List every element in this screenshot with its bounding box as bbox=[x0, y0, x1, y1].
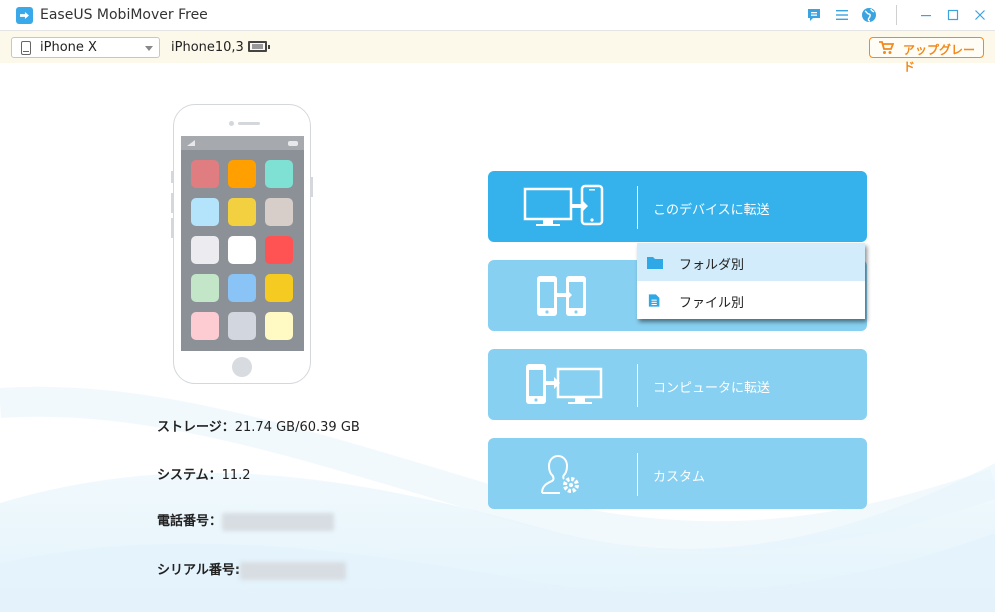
card-divider bbox=[637, 186, 638, 229]
menu-icon[interactable] bbox=[834, 7, 850, 23]
phone-number-row: 電話番号： bbox=[157, 510, 335, 531]
storage-label: ストレージ： bbox=[157, 420, 235, 435]
card-divider bbox=[637, 364, 638, 407]
app-icon-tile bbox=[191, 274, 219, 302]
app-icon-tile bbox=[191, 312, 219, 340]
close-button[interactable] bbox=[972, 7, 988, 23]
card-label: このデバイスに転送 bbox=[653, 203, 770, 218]
phone-number-label: 電話番号： bbox=[157, 514, 223, 529]
device-model: iPhone10,3 bbox=[171, 40, 244, 55]
background-waves bbox=[0, 386, 995, 612]
title-bar: EaseUS MobiMover Free bbox=[0, 0, 995, 31]
system-value: 11.2 bbox=[221, 468, 251, 483]
selected-device: iPhone X bbox=[40, 40, 97, 55]
app-icon-tile bbox=[191, 160, 219, 188]
custom-card[interactable]: カスタム bbox=[488, 438, 867, 509]
transfer-to-device-card[interactable]: このデバイスに転送 bbox=[488, 171, 867, 242]
app-icon-tile bbox=[265, 236, 293, 264]
computer-to-phone-icon bbox=[523, 184, 604, 226]
phone-battery-icon bbox=[288, 141, 298, 146]
signal-icon bbox=[187, 140, 195, 146]
chevron-down-icon bbox=[145, 46, 153, 51]
phone-statusbar bbox=[181, 136, 304, 150]
app-icon-tile bbox=[265, 198, 293, 226]
upgrade-button[interactable]: アップグレード bbox=[869, 37, 984, 74]
transfer-to-computer-card[interactable]: コンピュータに転送 bbox=[488, 349, 867, 420]
system-row: システム：11.2 bbox=[157, 464, 251, 483]
app-logo-icon bbox=[16, 7, 33, 24]
app-grid bbox=[191, 160, 294, 340]
folder-icon bbox=[647, 257, 663, 269]
phone-side-button bbox=[171, 193, 173, 213]
battery-icon bbox=[248, 41, 270, 52]
card-label: コンピュータに転送 bbox=[653, 381, 771, 396]
phone-icon bbox=[21, 41, 31, 55]
app-icon-tile bbox=[191, 236, 219, 264]
app-icon-tile bbox=[228, 274, 256, 302]
phone-side-button bbox=[171, 218, 173, 238]
app-icon-tile bbox=[228, 160, 256, 188]
app-icon-tile bbox=[228, 312, 256, 340]
window-title: EaseUS MobiMover Free bbox=[40, 7, 208, 23]
device-select[interactable]: iPhone X bbox=[11, 37, 160, 58]
menu-item-by-file[interactable]: ファイル別 bbox=[637, 281, 865, 319]
user-gear-icon bbox=[541, 454, 579, 494]
minimize-button[interactable] bbox=[918, 7, 934, 23]
phone-side-button bbox=[311, 177, 313, 197]
home-button bbox=[232, 357, 252, 377]
menu-item-by-folder[interactable]: フォルダ別 bbox=[637, 243, 865, 281]
serial-number-redacted bbox=[240, 561, 347, 580]
cart-icon bbox=[879, 41, 894, 54]
serial-row: シリアル番号: bbox=[157, 559, 347, 580]
app-icon-tile bbox=[265, 160, 293, 188]
app-icon-tile bbox=[191, 198, 219, 226]
card-divider bbox=[637, 453, 638, 496]
app-icon-tile bbox=[265, 274, 293, 302]
phone-to-computer-icon bbox=[526, 364, 603, 404]
phone-screen bbox=[181, 136, 304, 351]
app-icon-tile bbox=[228, 198, 256, 226]
phone-number-redacted bbox=[222, 512, 335, 531]
phone-side-button bbox=[171, 171, 173, 183]
titlebar-separator bbox=[896, 5, 897, 25]
menu-item-label: ファイル別 bbox=[679, 296, 745, 311]
device-bar: iPhone X iPhone10,3 アップグレード bbox=[0, 31, 995, 74]
storage-value: 21.74 GB/60.39 GB bbox=[234, 420, 360, 435]
maximize-button[interactable] bbox=[945, 7, 961, 23]
globe-icon[interactable] bbox=[861, 7, 877, 23]
transfer-dropdown-menu: フォルダ別 ファイル別 bbox=[637, 243, 865, 319]
phone-illustration bbox=[171, 104, 313, 384]
system-label: システム： bbox=[157, 468, 222, 483]
app-icon-tile bbox=[265, 312, 293, 340]
app-icon-tile bbox=[228, 236, 256, 264]
storage-row: ストレージ：21.74 GB/60.39 GB bbox=[157, 416, 360, 435]
phone-speaker bbox=[238, 122, 260, 125]
menu-item-label: フォルダ別 bbox=[679, 258, 745, 273]
file-icon bbox=[648, 294, 660, 307]
serial-label: シリアル番号: bbox=[157, 563, 241, 578]
phone-to-phone-icon bbox=[537, 276, 586, 316]
phone-camera bbox=[229, 121, 234, 126]
card-label: カスタム bbox=[653, 470, 706, 485]
feedback-icon[interactable] bbox=[806, 7, 822, 23]
